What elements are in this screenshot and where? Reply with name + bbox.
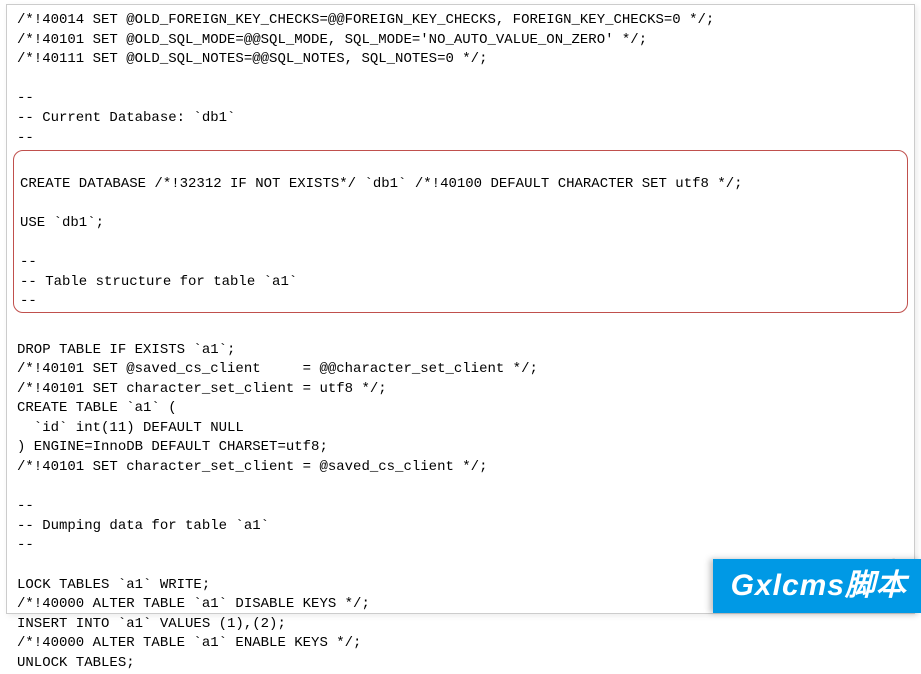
- code-line: USE `db1`;: [20, 214, 901, 234]
- code-line: --: [17, 129, 904, 149]
- code-line: [20, 194, 901, 214]
- code-line: /*!40101 SET @saved_cs_client = @@charac…: [17, 360, 904, 380]
- code-line: INSERT INTO `a1` VALUES (1),(2);: [17, 615, 904, 635]
- code-line: UNLOCK TABLES;: [17, 654, 904, 674]
- code-document: /*!40014 SET @OLD_FOREIGN_KEY_CHECKS=@@F…: [6, 4, 915, 614]
- code-line: --: [17, 89, 904, 109]
- code-line: CREATE DATABASE /*!32312 IF NOT EXISTS*/…: [20, 175, 901, 195]
- code-line: [17, 321, 904, 341]
- code-line: --: [20, 253, 901, 273]
- code-line: -- Table structure for table `a1`: [20, 273, 901, 293]
- code-line: ) ENGINE=InnoDB DEFAULT CHARSET=utf8;: [17, 438, 904, 458]
- code-line: /*!40000 ALTER TABLE `a1` ENABLE KEYS */…: [17, 634, 904, 654]
- code-line: [20, 234, 901, 254]
- code-line: /*!40101 SET character_set_client = @sav…: [17, 458, 904, 478]
- code-line: /*!40101 SET @OLD_SQL_MODE=@@SQL_MODE, S…: [17, 31, 904, 51]
- code-line: --: [20, 292, 901, 312]
- brand-suffix: 脚本: [845, 569, 907, 602]
- code-line: DROP TABLE IF EXISTS `a1`;: [17, 341, 904, 361]
- code-line: /*!40014 SET @OLD_FOREIGN_KEY_CHECKS=@@F…: [17, 11, 904, 31]
- code-line: CREATE TABLE `a1` (: [17, 399, 904, 419]
- brand-name: Gxlcms: [731, 569, 845, 602]
- code-line: -- Current Database: `db1`: [17, 109, 904, 129]
- code-line: -- Dumping data for table `a1`: [17, 517, 904, 537]
- code-line: [17, 478, 904, 498]
- code-line: --: [17, 497, 904, 517]
- code-block-before: /*!40014 SET @OLD_FOREIGN_KEY_CHECKS=@@F…: [17, 11, 904, 148]
- code-line: [20, 155, 901, 175]
- brand-banner: Gxlcms脚本: [713, 559, 921, 613]
- highlight-box: CREATE DATABASE /*!32312 IF NOT EXISTS*/…: [13, 150, 908, 313]
- code-line: --: [17, 536, 904, 556]
- code-line: [17, 70, 904, 90]
- code-line: /*!40111 SET @OLD_SQL_NOTES=@@SQL_NOTES,…: [17, 50, 904, 70]
- code-line: /*!40101 SET character_set_client = utf8…: [17, 380, 904, 400]
- code-line: `id` int(11) DEFAULT NULL: [17, 419, 904, 439]
